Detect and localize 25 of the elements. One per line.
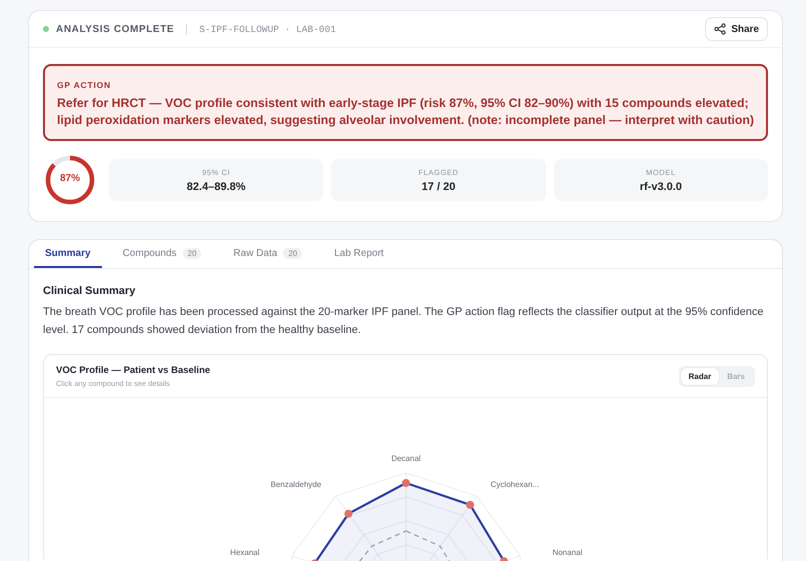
- alert-title: GP ACTION: [57, 80, 112, 90]
- axis-label[interactable]: Benzaldehyde: [270, 480, 322, 490]
- stat-value: 17 / 20: [422, 180, 456, 193]
- axis-label[interactable]: Nonanal: [552, 548, 582, 558]
- tab[interactable]: Raw Data 20: [222, 240, 314, 268]
- section-title: Clinical Summary: [43, 285, 136, 297]
- axis-label[interactable]: Decanal: [391, 454, 421, 464]
- chart-title: VOC Profile — Patient vs Baseline: [56, 364, 210, 376]
- stat-value: rf-v3.0.0: [640, 180, 682, 193]
- tab[interactable]: Lab Report: [323, 240, 395, 268]
- status-label: ANALYSIS COMPLETE: [56, 24, 174, 34]
- share-button[interactable]: Share: [705, 17, 768, 41]
- stat-value: 82.4–89.8%: [186, 180, 246, 193]
- summary-text: The breath VOC profile has been processed against the 20-marker IPF panel. The GP action flag reflects the classifier output at the 95% confidence level. 17 compounds showed deviation from the healthy baseline.: [43, 305, 764, 338]
- count-badge: 20: [182, 248, 202, 258]
- view-toggle[interactable]: Radar: [680, 368, 720, 385]
- tab[interactable]: Summary: [34, 240, 102, 268]
- axis-label[interactable]: Hexanal: [230, 548, 260, 558]
- sample-id: S-IPF-FOLLOWUP · LAB-001: [199, 24, 336, 34]
- axis-label[interactable]: Cyclohexan...: [490, 480, 540, 490]
- tab[interactable]: Compounds 20: [112, 240, 212, 268]
- count-badge: 20: [283, 248, 302, 258]
- share-icon: [714, 23, 726, 35]
- risk-percent: 87%: [58, 173, 81, 184]
- alert-message: Refer for HRCT — VOC profile consistent with early-stage IPF (risk 87%, 95% CI 82–90%) with 15 compounds elevated; lipid peroxidation markers elevated, suggesting alveolar involvement. (note: incomplete panel — interpret with caution): [57, 95, 754, 130]
